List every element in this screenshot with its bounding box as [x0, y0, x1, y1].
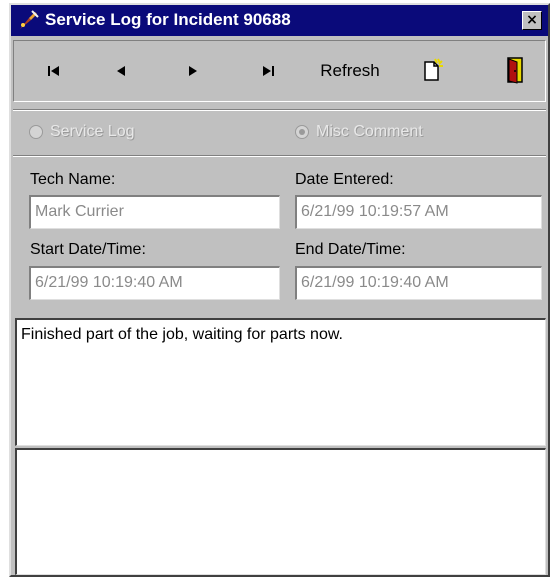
- previous-record-icon: [117, 66, 125, 76]
- service-log-label: Service Log: [50, 123, 135, 140]
- close-button[interactable]: ×: [522, 11, 542, 30]
- next-record-icon: [189, 66, 197, 76]
- entry-type-group: Service Log Misc Comment: [11, 113, 548, 151]
- separator: [13, 109, 546, 111]
- title-bar[interactable]: Service Log for Incident 90688 ×: [11, 5, 548, 36]
- misc-comment-label: Misc Comment: [316, 123, 423, 140]
- window-title: Service Log for Incident 90688: [45, 10, 291, 29]
- exit-door-icon: [507, 57, 523, 84]
- start-datetime-label: Start Date/Time:: [30, 241, 146, 258]
- tech-name-field[interactable]: Mark Currier: [29, 195, 280, 229]
- comment-textarea[interactable]: Finished part of the job, waiting for pa…: [15, 318, 546, 446]
- exit-button[interactable]: [501, 55, 529, 85]
- radio-circle-icon: [295, 125, 309, 139]
- date-entered-label: Date Entered:: [295, 171, 394, 188]
- first-record-icon: [48, 66, 59, 76]
- secondary-textarea[interactable]: [15, 448, 546, 575]
- last-record-button[interactable]: [256, 59, 280, 83]
- navigation-toolbar: Refresh: [13, 40, 546, 102]
- date-entered-field[interactable]: 6/21/99 10:19:57 AM: [295, 195, 542, 229]
- previous-record-button[interactable]: [109, 59, 133, 83]
- tech-name-label: Tech Name:: [30, 171, 116, 188]
- end-datetime-field[interactable]: 6/21/99 10:19:40 AM: [295, 266, 542, 300]
- end-datetime-label: End Date/Time:: [295, 241, 406, 258]
- new-document-icon: [424, 58, 443, 81]
- new-record-button[interactable]: [418, 55, 446, 85]
- start-datetime-field[interactable]: 6/21/99 10:19:40 AM: [29, 266, 280, 300]
- service-log-radio[interactable]: Service Log: [29, 123, 135, 141]
- radio-circle-icon: [29, 125, 43, 139]
- refresh-button[interactable]: Refresh: [314, 59, 386, 83]
- app-icon: [20, 10, 39, 29]
- last-record-icon: [263, 66, 274, 76]
- first-record-button[interactable]: [42, 59, 66, 83]
- misc-comment-radio[interactable]: Misc Comment: [295, 123, 423, 141]
- next-record-button[interactable]: [181, 59, 205, 83]
- service-log-window: Service Log for Incident 90688 × Refresh…: [9, 3, 550, 577]
- separator: [13, 155, 546, 157]
